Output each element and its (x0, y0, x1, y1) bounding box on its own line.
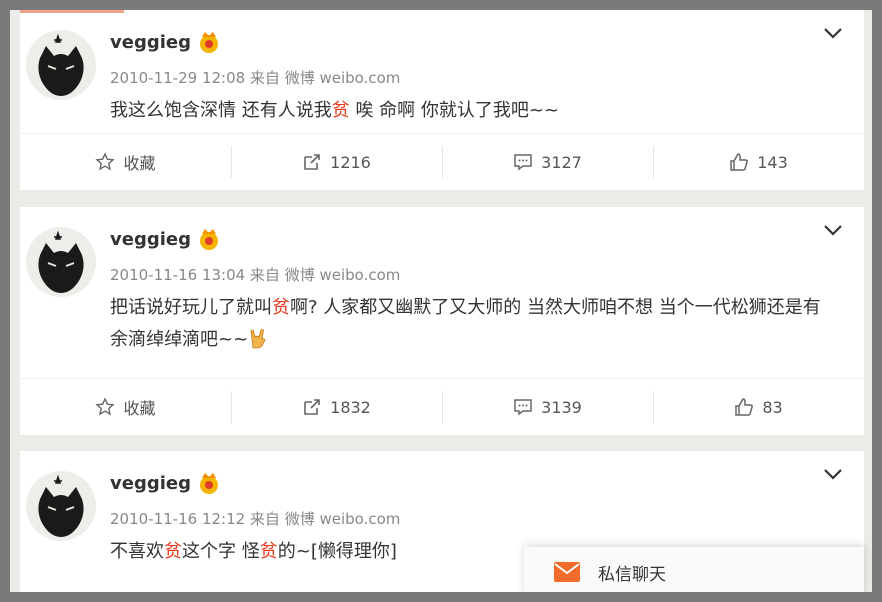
favorite-button[interactable]: 收藏 (20, 379, 231, 435)
chevron-down-icon[interactable] (822, 24, 844, 42)
text-segment: 的~[懒得理你] (277, 541, 397, 562)
vip-crown-icon[interactable] (196, 29, 222, 55)
comment-button[interactable]: 3139 (442, 379, 653, 435)
mail-icon (554, 562, 580, 582)
star-icon (95, 152, 116, 171)
post-text: 我这么饱含深情 还有人说我贫 唉 命啊 你就认了我吧~~ (110, 95, 834, 127)
text-segment: 把话说好玩儿了就叫 (110, 297, 272, 318)
post-card: veggieg 2010-11-16 13:04 来自 微博 weibo.com… (20, 207, 864, 435)
highlight-text: 贫 (259, 541, 278, 562)
vip-crown-icon[interactable] (196, 226, 222, 252)
avatar[interactable] (26, 471, 96, 541)
chevron-down-icon[interactable] (822, 465, 844, 483)
like-count: 143 (757, 152, 788, 172)
repost-button[interactable]: 1832 (231, 379, 442, 435)
favorite-label: 收藏 (123, 399, 156, 418)
action-bar: 收藏 1832 3139 83 (20, 378, 864, 435)
thumbs-up-icon (730, 153, 749, 171)
repost-count: 1832 (330, 397, 371, 417)
post-meta: 2010-11-16 13:04 来自 微博 weibo.com (110, 266, 401, 284)
post-meta: 2010-11-29 12:08 来自 微博 weibo.com (110, 69, 401, 87)
highlight-text: 贫 (272, 297, 290, 318)
private-message-popup[interactable]: 私信聊天 (524, 547, 864, 597)
repost-icon (304, 154, 320, 170)
like-count: 83 (762, 397, 783, 417)
post-text: 把话说好玩儿了就叫贫啊? 人家都又幽默了又大师的 当然大师咱不想 当个一代松狮还… (110, 292, 834, 356)
post-card: veggieg 2010-11-29 12:08 来自 微博 weibo.com… (20, 10, 864, 190)
comment-icon (514, 154, 532, 171)
repost-icon (304, 399, 320, 415)
rock-hand-emoji (250, 328, 266, 349)
text-segment: 这个字 怪 (182, 541, 260, 562)
vip-crown-icon[interactable] (196, 470, 222, 496)
action-bar: 收藏 1216 3127 143 (20, 133, 864, 190)
thumbs-up-icon (735, 398, 754, 416)
comment-button[interactable]: 3127 (442, 134, 653, 190)
username[interactable]: veggieg (110, 32, 191, 53)
top-accent-bar (20, 10, 124, 13)
post-meta: 2010-11-16 12:12 来自 微博 weibo.com (110, 510, 401, 528)
comment-icon (514, 399, 532, 416)
text-segment: 我这么饱含深情 还有人说我 (110, 100, 332, 121)
chevron-down-icon[interactable] (822, 221, 844, 239)
black-cat-avatar (38, 33, 84, 96)
highlight-text: 贫 (331, 100, 350, 121)
favorite-label: 收藏 (123, 154, 156, 173)
star-icon (95, 397, 116, 416)
repost-count: 1216 (330, 152, 371, 172)
text-segment: 唉 命啊 你就认了我吧~~ (349, 100, 560, 121)
repost-button[interactable]: 1216 (231, 134, 442, 190)
comment-count: 3139 (541, 397, 582, 417)
highlight-text: 贫 (164, 541, 182, 562)
avatar[interactable] (26, 30, 96, 100)
comment-count: 3127 (541, 152, 582, 172)
like-button[interactable]: 143 (653, 134, 864, 190)
favorite-button[interactable]: 收藏 (20, 134, 231, 190)
private-message-label: 私信聊天 (598, 564, 666, 585)
username[interactable]: veggieg (110, 229, 191, 250)
black-cat-avatar (38, 230, 84, 293)
text-segment: 不喜欢 (110, 541, 164, 562)
black-cat-avatar (38, 474, 84, 537)
username[interactable]: veggieg (110, 473, 191, 494)
avatar[interactable] (26, 227, 96, 297)
like-button[interactable]: 83 (653, 379, 864, 435)
